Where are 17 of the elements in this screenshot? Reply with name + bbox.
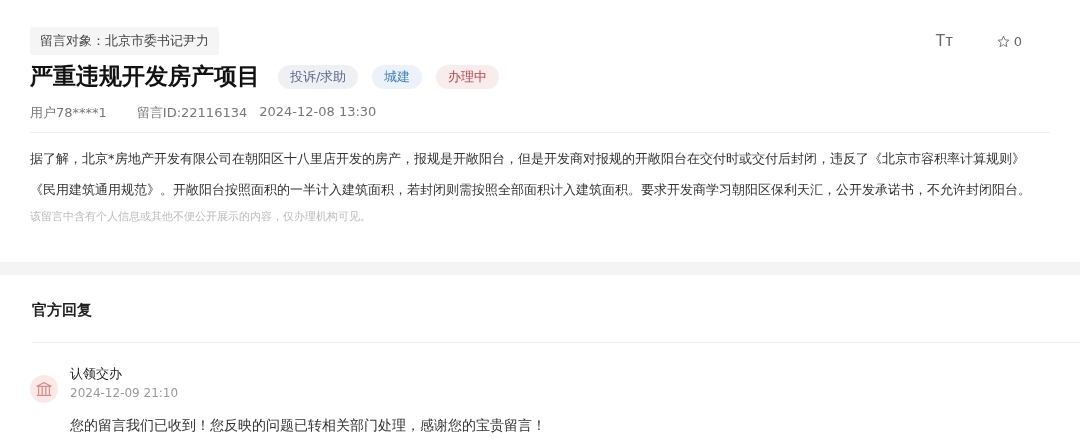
recipient-label: 留言对象：北京市委书记尹力 (30, 27, 219, 55)
font-size-button[interactable]: Tт (935, 32, 953, 50)
category-tag: 办理中 (436, 64, 500, 89)
reply-time: 2024-12-09 21:10 (70, 386, 180, 400)
reply-author: 认领交办 (70, 365, 123, 383)
message-id: 留言ID:22116134 (136, 104, 248, 122)
favorite-button[interactable]: 0 (996, 33, 1022, 49)
message-body: 据了解，北京*房地产开发有限公司在朝阳区十八里店开发的房产，报规是开敞阳台，但是开发商对报规的开敞阳台在交付时或交付后封闭，违反了《北京市容积率计算规则》《民用建筑通用规范》。开敞阳台按照面积的一半计入建筑面积，若封闭则需按照全部面积计入建筑面积。要求开发商学习朝阳区保利天汇，公开发承诺书，不允许封闭阳台。 (30, 150, 1032, 199)
user-name: 用户78****1 (30, 104, 107, 122)
category-tag: 投诉/求助 (278, 64, 359, 89)
post-time: 2024-12-08 13:30 (259, 104, 377, 121)
message-title: 严重违规开发房产项目 (30, 62, 260, 91)
reply-text: 您的留言我们已收到！您反映的问题已转相关部门处理，感谢您的宝贵留言！ (70, 417, 546, 435)
star-icon (996, 34, 1010, 48)
reply-heading: 官方回复 (32, 301, 1080, 343)
institution-icon (30, 375, 58, 403)
category-tag: 城建 (372, 64, 423, 89)
